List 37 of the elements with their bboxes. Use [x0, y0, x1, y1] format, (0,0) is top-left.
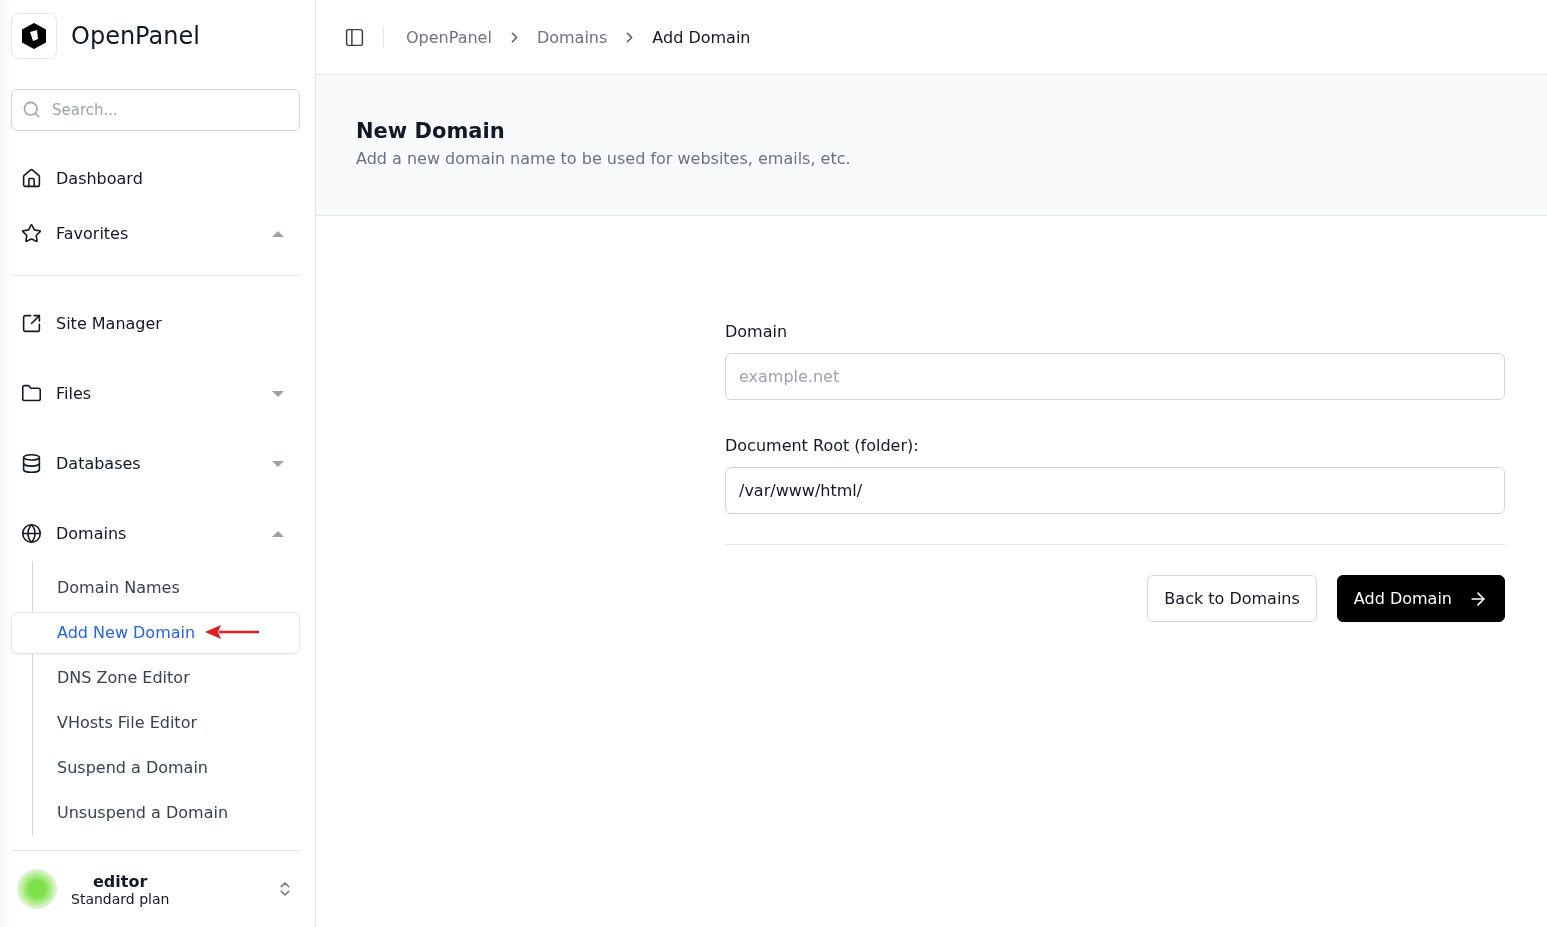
field-label: Domain [725, 322, 789, 341]
nav-item[interactable]: Favorites [11, 206, 300, 262]
add-button[interactable]: Add Domain [1336, 575, 1505, 622]
page-subtitle: Add a new domain name to be used for websites, emails, etc. [356, 149, 852, 168]
breadcrumb-link[interactable]: Domains [536, 27, 608, 47]
field-label: Document Root (folder): [725, 436, 920, 455]
database-icon [21, 453, 42, 475]
search-field[interactable]: Search... [11, 89, 300, 132]
breadcrumb-link[interactable]: OpenPanel [406, 27, 492, 47]
nav-subitem[interactable]: Suspend a Domain [11, 746, 300, 789]
nav-item[interactable]: Domains [11, 506, 300, 562]
avatar [17, 869, 57, 910]
nav-subitem[interactable]: VHosts File Editor [11, 701, 300, 744]
nav-subitem[interactable]: DNS Zone Editor [11, 656, 300, 699]
annotation-arrow [205, 624, 262, 641]
back-button[interactable]: Back to Domains [1147, 575, 1317, 622]
page-title: New Domain [356, 119, 506, 143]
user-plan: Standard plan [71, 890, 170, 907]
nav-item[interactable]: Databases [11, 436, 300, 492]
nav-item[interactable]: Site Manager [11, 296, 300, 352]
search-icon [22, 100, 41, 120]
input-field[interactable]: example.net [725, 353, 1505, 400]
brand-name: OpenPanel [71, 22, 200, 51]
nav-item[interactable]: Dashboard [11, 151, 300, 207]
logo-icon [11, 13, 57, 60]
home-icon [21, 168, 42, 190]
input-field[interactable]: /var/www/html/ [725, 467, 1505, 514]
nav-subitem[interactable]: Domain Names [11, 566, 300, 609]
user-name: editor [93, 871, 148, 891]
nav-item[interactable]: Files [11, 366, 300, 422]
nav-subitem[interactable]: Add New Domain [11, 611, 300, 654]
globe-icon [21, 523, 42, 545]
nav-subitem[interactable]: Unsuspend a Domain [11, 791, 300, 834]
breadcrumb-link[interactable]: Add Domain [652, 27, 751, 47]
star-icon [21, 223, 42, 245]
square-icon [21, 313, 42, 335]
sidebar-toggle-button[interactable] [344, 26, 384, 48]
